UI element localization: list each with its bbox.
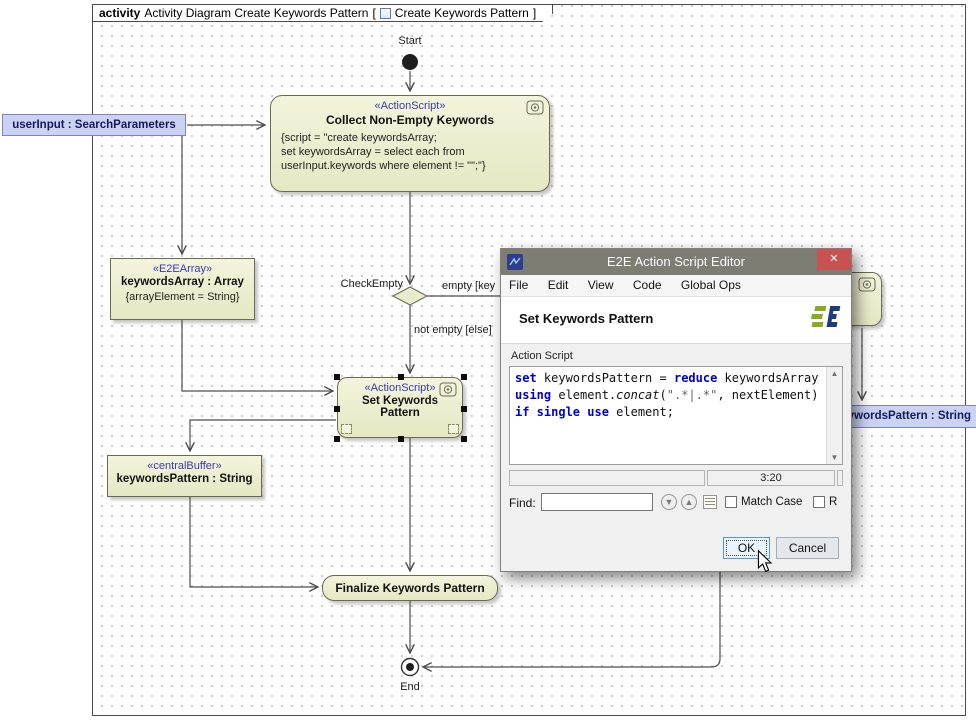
decision-label: CheckEmpty (325, 278, 403, 290)
selection-handle[interactable] (398, 436, 404, 442)
keywordsarray-stereotype: «E2EArray» (111, 263, 254, 275)
menu-item-file[interactable]: File (501, 275, 536, 295)
find-next-icon[interactable]: ▼ (661, 494, 677, 510)
cancel-button[interactable]: Cancel (776, 537, 839, 559)
selection-handle[interactable] (334, 436, 340, 442)
editor-scrollbar[interactable]: ▲ ▼ (826, 367, 842, 464)
dialog-titlebar[interactable]: E2E Action Script Editor ✕ (501, 249, 851, 275)
code-lines[interactable]: set keywordsPattern = reduce keywordsArr… (510, 367, 826, 464)
ok-button[interactable]: OK (723, 537, 770, 559)
screenshot-canvas: { "frame": { "keyword": "activity", "nam… (0, 0, 976, 722)
dialog-header-title: Set Keywords Pattern (519, 311, 653, 326)
centralbuffer-title: keywordsPattern : String (108, 473, 261, 485)
collect-script-line: {script = "create keywordsArray; (281, 131, 549, 145)
frame-bracket-close: ] (533, 6, 536, 20)
editor-label: Action Script (511, 350, 573, 362)
start-label: Start (385, 35, 435, 47)
frame-keyword: activity (99, 6, 140, 20)
action-script-editor-dialog: E2E Action Script Editor ✕ File Edit Vie… (500, 248, 852, 572)
highlight-all-icon[interactable] (703, 495, 717, 509)
centralbuffer-stereotype: «centralBuffer» (108, 460, 261, 472)
dialog-app-icon (507, 254, 523, 270)
action-script-icon (526, 100, 544, 115)
menu-item-code[interactable]: Code (625, 275, 670, 295)
compartment-toggle-icon[interactable] (341, 424, 352, 434)
diagram-frame-label: activity Activity Diagram Create Keyword… (92, 4, 553, 22)
match-case-label: Match Case (741, 496, 802, 508)
keywordsarray-title: keywordsArray : Array (111, 276, 254, 288)
collect-script-line: set keywordsArray = select each from (281, 145, 549, 159)
dialog-header: Set Keywords Pattern (501, 297, 851, 344)
status-cell-left (509, 470, 705, 486)
selection-handle[interactable] (461, 436, 467, 442)
code-editor[interactable]: set keywordsPattern = reduce keywordsArr… (509, 366, 843, 465)
compartment-toggle-icon[interactable] (448, 424, 459, 434)
selection-handle[interactable] (334, 374, 340, 380)
match-case-checkbox[interactable] (725, 496, 737, 508)
action-script-icon (858, 277, 876, 292)
status-cell-corner (837, 470, 843, 486)
action-set-keywords-pattern[interactable]: «ActionScript» Set Keywords Pattern (337, 377, 463, 438)
guard-notempty-label: not empty [else] (414, 324, 492, 336)
menu-item-edit[interactable]: Edit (540, 275, 577, 295)
regex-checkbox[interactable] (813, 496, 825, 508)
action-script-icon (439, 382, 457, 397)
collect-stereotype: «ActionScript» (271, 100, 549, 112)
object-node-userinput[interactable]: userInput : SearchParameters (2, 114, 186, 136)
close-icon[interactable]: ✕ (817, 249, 851, 270)
dialog-title: E2E Action Script Editor (501, 249, 851, 275)
status-cell-position: 3:20 (707, 470, 835, 486)
e2e-logo (803, 302, 841, 336)
frame-bracket-name: Create Keywords Pattern (395, 6, 529, 20)
collect-script-line: userInput.keywords where element != "";"… (281, 159, 549, 173)
frame-bracket-open: [ (372, 6, 375, 20)
action-finalize-keywords-pattern[interactable]: Finalize Keywords Pattern (322, 575, 498, 601)
collect-title: Collect Non-Empty Keywords (271, 113, 549, 127)
find-label: Find: (509, 496, 536, 510)
selection-handle[interactable] (334, 406, 340, 412)
dialog-menubar: File Edit View Code Global Ops (501, 275, 851, 297)
menu-item-global-ops[interactable]: Global Ops (673, 275, 749, 295)
set-title-line2: Pattern (338, 407, 462, 419)
scroll-up-icon[interactable]: ▲ (831, 369, 839, 378)
frame-name: Activity Diagram Create Keywords Pattern (144, 6, 368, 20)
find-previous-icon[interactable]: ▲ (681, 494, 697, 510)
action-collect-keywords[interactable]: «ActionScript» Collect Non-Empty Keyword… (270, 95, 550, 192)
centralbuffer-keywordspattern[interactable]: «centralBuffer» keywordsPattern : String (107, 455, 262, 497)
selection-handle[interactable] (461, 374, 467, 380)
keywordsarray-constraint: {arrayElement = String} (111, 291, 254, 303)
selection-handle[interactable] (398, 374, 404, 380)
diagram-icon (380, 8, 391, 19)
object-node-keywordsarray[interactable]: «E2EArray» keywordsArray : Array {arrayE… (110, 258, 255, 320)
regex-label-clipped: R (829, 496, 837, 508)
guard-empty-label: empty [key (442, 280, 495, 292)
selection-handle[interactable] (461, 406, 467, 412)
find-input[interactable] (541, 493, 653, 511)
menu-item-view[interactable]: View (580, 275, 622, 295)
end-label: End (385, 681, 435, 693)
scroll-down-icon[interactable]: ▼ (831, 453, 839, 462)
